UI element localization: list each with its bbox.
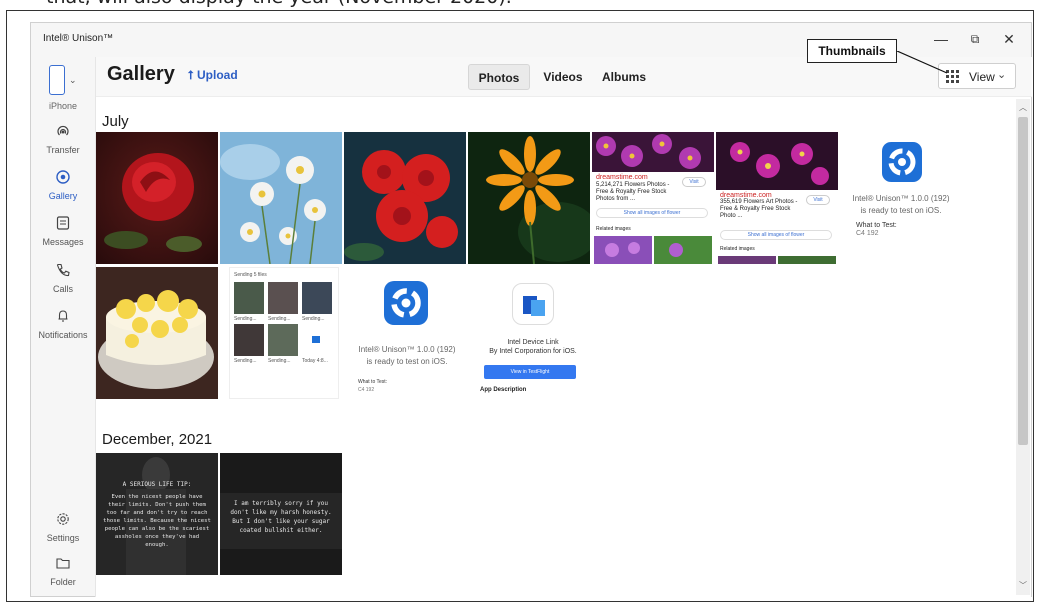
sending-header-text: Sending 5 files xyxy=(234,272,267,278)
screenshot-thumbnail-unison-testflight-2[interactable]: Intel® Unison™ 1.0.0 (192) is ready to t… xyxy=(346,267,468,399)
gear-icon xyxy=(31,511,95,531)
caption-text: that, will also display the year (Novemb… xyxy=(46,0,512,8)
related-images-label: Related images xyxy=(720,246,755,252)
page-title: Gallery xyxy=(107,63,175,85)
tab-albums[interactable]: Albums xyxy=(592,64,656,90)
sidebar-item-label: Calls xyxy=(52,284,73,294)
search-site-text: dreamstime.com xyxy=(720,192,772,199)
quote-body: Even the nicest people have their limits… xyxy=(103,494,211,548)
view-in-testflight-button: View in TestFlight xyxy=(484,365,576,379)
app-window: Intel® Unison™ — ⧉ ✕ ⌄ iPhone Transfer G… xyxy=(30,22,1032,597)
sending-status-text: Sending... xyxy=(234,316,257,322)
sidebar-item-label: Settings xyxy=(46,533,80,543)
phone-icon xyxy=(49,65,65,95)
tab-photos[interactable]: Photos xyxy=(468,64,530,90)
view-label: View xyxy=(969,70,995,84)
photo-thumbnail-white-cosmos[interactable] xyxy=(220,132,342,264)
sidebar-item-label: Gallery xyxy=(48,191,78,201)
app-description-label: App Description xyxy=(480,387,527,393)
device-link-publisher: By Intel Corporation for iOS. xyxy=(489,348,577,355)
upload-icon: ⭡ xyxy=(188,68,194,82)
scroll-down-arrow-icon[interactable]: ﹀ xyxy=(1016,579,1030,593)
gallery-header: Gallery ⭡ Upload Photos Videos Albums Vi… xyxy=(96,57,1032,97)
scrollbar-thumb[interactable] xyxy=(1018,117,1028,445)
search-title-text: 355,619 Flowers Art Photos - Free & Roya… xyxy=(720,199,798,219)
related-images-label: Related images xyxy=(596,226,631,232)
sidebar-item-gallery[interactable]: Gallery xyxy=(31,169,95,213)
screenshot-thumbnail-flower-art-search[interactable]: dreamstime.com 355,619 Flowers Art Photo… xyxy=(716,132,838,264)
sidebar-item-transfer[interactable]: Transfer xyxy=(31,123,95,167)
sending-status-text: Sending... xyxy=(268,316,291,322)
screenshot-thumbnail-intel-device-link[interactable]: Intel Device Link By Intel Corporation f… xyxy=(472,267,594,399)
bell-icon xyxy=(31,308,95,328)
quote-body: I am terribly sorry if you don't like my… xyxy=(230,500,332,534)
gallery-icon xyxy=(31,169,95,189)
unison-ready-text: is ready to test on iOS. xyxy=(860,206,942,215)
sidebar: ⌄ iPhone Transfer Gallery Messages Calls… xyxy=(31,57,95,597)
screenshot-thumbnail-sending-files[interactable]: Sending 5 files Sending... Sending... Se… xyxy=(229,267,339,399)
search-site-text: dreamstime.com xyxy=(596,174,648,181)
app-title: Intel® Unison™ xyxy=(43,33,114,44)
device-label: iPhone xyxy=(48,101,78,111)
unison-ready-text: is ready to test on iOS. xyxy=(366,357,448,366)
sidebar-item-label: Notifications xyxy=(38,330,88,340)
transfer-icon xyxy=(31,123,95,143)
photo-thumbnail-red-rose[interactable] xyxy=(96,132,218,264)
folder-icon xyxy=(31,555,95,575)
search-title-text: 5,214,271 Flowers Photos - Free & Royalt… xyxy=(596,182,670,202)
sidebar-item-messages[interactable]: Messages xyxy=(31,215,95,259)
sending-status-text: Today 4:8... xyxy=(302,358,328,364)
sidebar-item-label: Messages xyxy=(42,237,84,247)
messages-icon xyxy=(31,215,95,235)
show-all-images-button: Show all images of flower xyxy=(596,208,708,218)
gallery-content: Gallery ⭡ Upload Photos Videos Albums Vi… xyxy=(95,57,1032,597)
sidebar-item-settings[interactable]: Settings xyxy=(31,511,95,555)
build-number: C4 192 xyxy=(358,387,375,393)
photo-thumbnail-orange-flower[interactable] xyxy=(468,132,590,264)
device-link-app-icon xyxy=(512,283,554,325)
device-selector[interactable]: ⌄ iPhone xyxy=(47,63,79,113)
thumbnails-callout: Thumbnails xyxy=(807,39,897,63)
section-title-july: July xyxy=(102,113,129,130)
sidebar-item-calls[interactable]: Calls xyxy=(31,262,95,306)
document-caption: that, will also display the year (Novemb… xyxy=(0,0,1044,10)
unison-version-text: Intel® Unison™ 1.0.0 (192) xyxy=(358,345,456,354)
what-to-test-label: What to Test: xyxy=(358,379,388,385)
sending-status-text: Sending... xyxy=(234,358,257,364)
sending-status-text: Sending... xyxy=(302,316,325,322)
close-button[interactable]: ✕ xyxy=(997,29,1021,49)
scroll-up-arrow-icon[interactable]: ︿ xyxy=(1016,101,1030,115)
photo-thumbnail-quote-honesty[interactable]: I am terribly sorry if you don't like my… xyxy=(220,453,342,575)
upload-label: Upload xyxy=(196,68,238,82)
device-link-title: Intel Device Link xyxy=(507,339,559,346)
sidebar-item-notifications[interactable]: Notifications xyxy=(31,308,95,352)
visit-button: Visit xyxy=(682,177,706,187)
quote-title: A SERIOUS LIFE TIP: xyxy=(122,481,192,488)
minimize-button[interactable]: — xyxy=(929,29,953,49)
show-all-images-button: Show all images of flower xyxy=(720,230,832,240)
sidebar-item-folder[interactable]: Folder xyxy=(31,555,95,599)
gallery-scrollbar[interactable]: ︿ ﹀ xyxy=(1016,99,1030,595)
build-number: C4 192 xyxy=(856,230,879,237)
sidebar-item-label: Transfer xyxy=(46,145,80,155)
sidebar-item-label: Folder xyxy=(50,577,76,587)
what-to-test-label: What to Test: xyxy=(856,222,897,229)
tab-videos[interactable]: Videos xyxy=(534,64,592,90)
section-title-december-2021: December, 2021 xyxy=(102,431,213,448)
photo-thumbnail-red-geranium[interactable] xyxy=(344,132,466,264)
screenshot-thumbnail-unison-testflight-1[interactable]: Intel® Unison™ 1.0.0 (192) is ready to t… xyxy=(840,132,962,264)
chevron-down-icon: ⌄ xyxy=(69,75,77,85)
screenshot-thumbnail-flower-search[interactable]: dreamstime.com 5,214,271 Flowers Photos … xyxy=(592,132,714,264)
restore-button[interactable]: ⧉ xyxy=(963,29,987,49)
sending-status-text: Sending... xyxy=(268,358,291,364)
chevron-down-icon: ⌄ xyxy=(997,69,1007,81)
callout-pointer-line xyxy=(897,51,948,74)
upload-button[interactable]: ⭡ Upload xyxy=(188,68,238,83)
photo-thumbnail-quote-life-tip[interactable]: A SERIOUS LIFE TIP: Even the nicest peop… xyxy=(96,453,218,575)
photo-thumbnail-cake[interactable] xyxy=(96,267,218,399)
unison-version-text: Intel® Unison™ 1.0.0 (192) xyxy=(852,194,950,203)
visit-button: Visit xyxy=(806,195,830,205)
calls-icon xyxy=(31,262,95,282)
